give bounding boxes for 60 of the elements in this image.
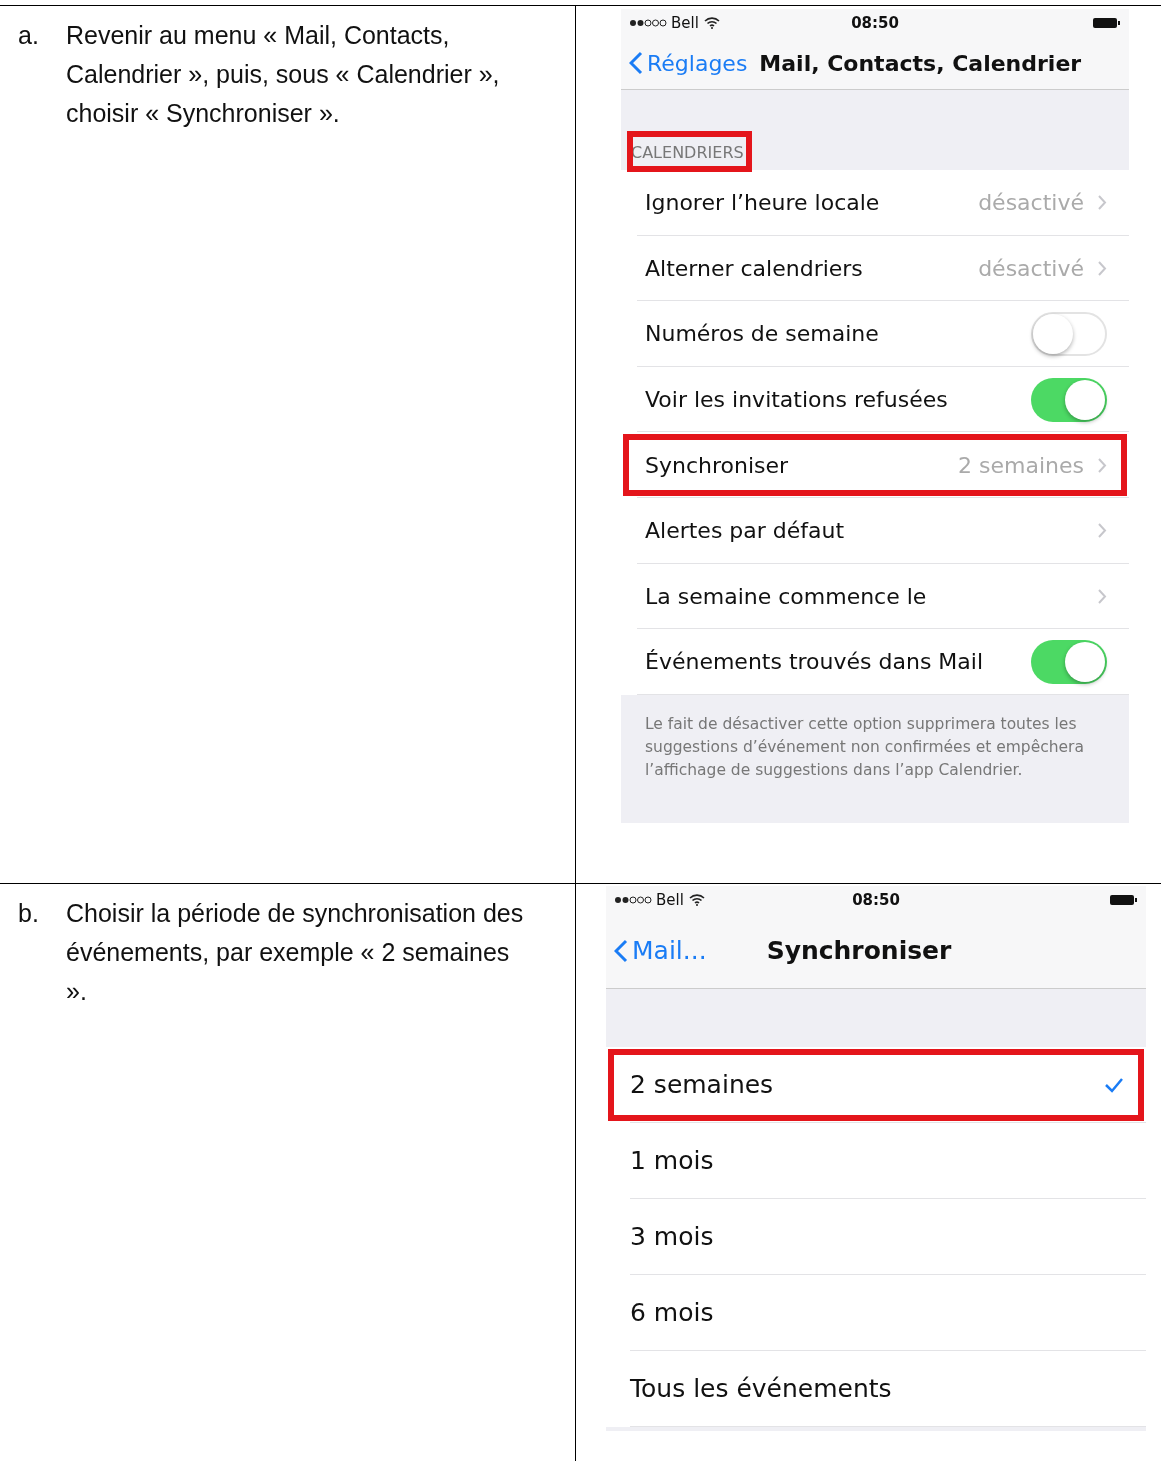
row-label: Événements trouvés dans Mail [645,649,984,675]
signal-dots-icon [614,895,652,904]
settings-row[interactable]: La semaine commence le [621,563,1129,630]
row-label: Alterner calendriers [645,255,863,281]
row-label: Tous les événements [630,1374,892,1403]
settings-row[interactable]: Voir les invitations refusées [621,366,1129,433]
row-label: 2 semaines [630,1070,774,1099]
row-label: Voir les invitations refusées [645,387,948,413]
row-label: Ignorer l’heure locale [645,190,880,216]
settings-row[interactable]: 1 mois [606,1122,1146,1199]
row-label: Synchroniser [645,452,789,478]
wifi-icon [688,893,705,906]
section-header: CALENDRIERS [629,133,750,170]
chevron-icon [1098,195,1107,211]
toggle-switch[interactable] [1031,639,1107,684]
settings-row[interactable]: Numéros de semaine [621,301,1129,367]
status-time: 08:50 [850,14,900,32]
row-value: 2 semaines [958,452,1084,478]
battery-icon [1110,893,1138,906]
checkmark-icon [1104,1076,1124,1093]
row-label: Numéros de semaine [645,321,879,347]
settings-row[interactable]: 2 semaines [606,1046,1146,1123]
screen-title: Synchroniser [766,936,952,965]
battery-icon [1093,17,1121,29]
row-label: 1 mois [630,1146,714,1175]
settings-row[interactable]: 3 mois [606,1198,1146,1275]
step-instruction: Revenir au menu « Mail, Contacts, Calendrier », puis, sous « Calendrier », choisir « Synchroniser ». [66,20,501,129]
carrier-name: Bell [671,14,699,32]
status-time: 08:50 [851,890,901,909]
back-button[interactable]: Réglages [629,50,748,76]
chevron-icon [1098,523,1107,539]
carrier-name: Bell [656,890,684,909]
row-value: désactivé [978,255,1084,281]
settings-row[interactable]: Tous les événements [606,1350,1146,1427]
step-instruction: Choisir la période de synchronisation des événements, par exemple « 2 semaines ». [66,897,525,1007]
row-label: Alertes par défaut [645,518,845,544]
row-label: 3 mois [630,1222,714,1251]
signal-dots-icon [629,19,667,27]
wifi-icon [703,17,720,29]
row-label: La semaine commence le [645,583,927,609]
toggle-switch[interactable] [1031,312,1107,356]
settings-row[interactable]: Alertes par défaut [621,497,1129,564]
settings-row[interactable]: Ignorer l’heure locale désactivé [621,170,1129,236]
chevron-icon [1098,457,1107,473]
step-marker: a. [18,20,40,51]
footer-note: Le fait de désactiver cette option supprimera toutes les suggestions d’événement non confirmées et empêchera l’affichage de suggestions dans l’app Calendrier. [644,713,1085,782]
screen-title: Mail, Contacts, Calendrier [759,50,1082,76]
settings-row[interactable]: Synchroniser 2 semaines [621,432,1129,498]
row-label: 6 mois [630,1298,714,1327]
settings-row[interactable]: 6 mois [606,1274,1146,1351]
settings-row[interactable]: Alterner calendriers désactivé [621,235,1129,302]
chevron-icon [1098,260,1107,276]
row-value: désactivé [978,190,1084,216]
chevron-icon [1098,588,1107,604]
back-chevron-icon [629,51,643,75]
settings-row[interactable]: Événements trouvés dans Mail [621,629,1129,695]
back-button[interactable]: Mail... [614,936,707,965]
step-marker: b. [18,897,40,929]
toggle-switch[interactable] [1031,377,1107,422]
back-chevron-icon [614,938,628,963]
